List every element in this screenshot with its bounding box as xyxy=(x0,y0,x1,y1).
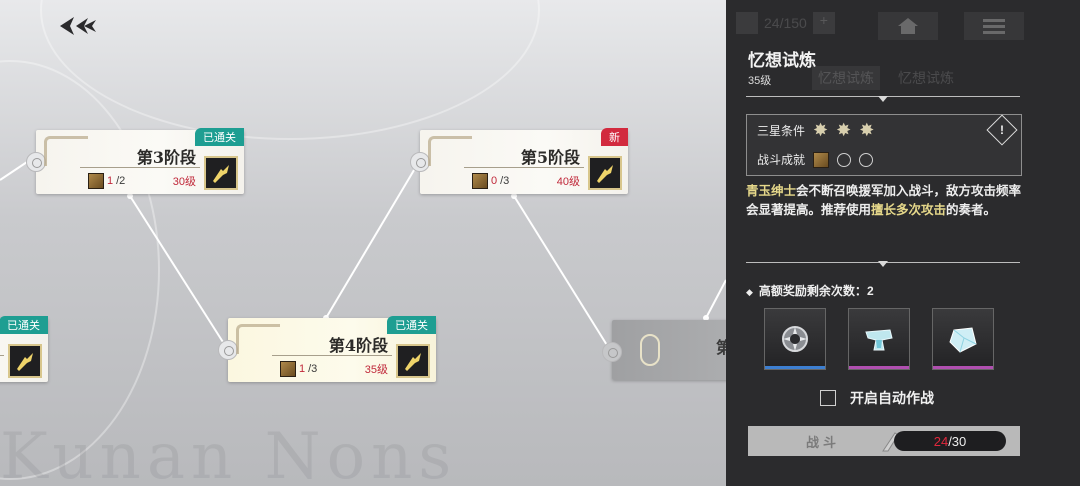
stage-connector-node xyxy=(26,152,46,172)
stage-level: 30级 xyxy=(172,176,196,188)
sword-icon xyxy=(213,165,229,183)
plus-icon[interactable]: + xyxy=(812,12,835,34)
three-star-conditions[interactable]: 三星条件 ✸ ✸ ✸ xyxy=(757,121,874,139)
auto-battle-toggle[interactable]: 开启自动作战 xyxy=(820,388,934,408)
info-warning-icon[interactable]: ! xyxy=(986,114,1018,146)
stage-card-5[interactable]: 第5阶段 0/3 40级 新 xyxy=(410,128,628,194)
star-icon: ✸ xyxy=(859,120,875,140)
silver-mechanism-icon xyxy=(782,326,808,352)
empty-achievement-icon xyxy=(859,152,874,167)
stage-connector-node xyxy=(602,342,622,362)
sword-icon xyxy=(597,165,613,183)
crystal-anvil-icon xyxy=(865,329,893,351)
stage-connector-node xyxy=(410,152,430,172)
section-divider xyxy=(746,96,1020,102)
treasure-chest-icon xyxy=(472,173,488,189)
tab-ghost: 忆想试炼 xyxy=(898,70,954,86)
conditions-box: 三星条件 ✸ ✸ ✸ 战斗成就 ! xyxy=(746,114,1022,176)
stage-action-icon[interactable] xyxy=(204,156,238,190)
stage-title: 第4阶段 xyxy=(328,336,388,355)
chest-progress: 1/2 xyxy=(88,173,125,189)
stage-detail-panel: 24/150 + 忆想试炼 忆想试炼 忆想试炼 35级 三星条件 ✸ ✸ ✸ 战… xyxy=(726,0,1080,486)
stage-path-lines xyxy=(0,159,726,351)
stage-level: 40级 xyxy=(556,176,580,188)
battle-button[interactable]: 战斗 24/30 xyxy=(748,426,1020,456)
reward-item-3[interactable] xyxy=(932,308,994,370)
stage-action-icon[interactable] xyxy=(8,344,42,378)
panel-title: 忆想试炼 xyxy=(748,51,816,71)
menu-button[interactable] xyxy=(964,12,1024,40)
reward-item-2[interactable] xyxy=(848,308,910,370)
stage-card-4[interactable]: 第4阶段 1/3 35级 已通关 xyxy=(218,316,436,382)
battle-label: 战斗 xyxy=(805,434,840,450)
ice-crystal-cube-icon xyxy=(949,327,977,353)
section-divider xyxy=(746,261,1020,267)
stamina-counter-bar: 24/150 + xyxy=(736,12,835,34)
diamond-bullet-icon: ◆ xyxy=(746,287,753,297)
chest-progress: 1/3 xyxy=(280,361,317,377)
stage-connector-node xyxy=(218,340,238,360)
treasure-chest-icon xyxy=(88,173,104,189)
star-icon: ✸ xyxy=(836,120,852,140)
auto-battle-checkbox[interactable] xyxy=(820,390,836,406)
treasure-chest-icon xyxy=(813,151,830,168)
list-menu-icon xyxy=(983,19,1005,34)
new-badge: 新 xyxy=(601,128,628,146)
lock-ornament-icon xyxy=(640,334,660,366)
reward-item-1[interactable] xyxy=(764,308,826,370)
panel-level: 35级 xyxy=(748,75,772,87)
reward-remaining: ◆ 高额奖励剩余次数：2 xyxy=(746,284,874,298)
battle-achievements[interactable]: 战斗成就 xyxy=(757,151,874,168)
cleared-badge: 已通关 xyxy=(195,128,244,146)
stage-title: 第5阶段 xyxy=(520,148,580,167)
stage-level: 35级 xyxy=(364,364,388,376)
stage-card-2[interactable]: 阶段 级 已通关 xyxy=(0,316,48,382)
stage-action-icon[interactable] xyxy=(588,156,622,190)
star-icon: ✸ xyxy=(813,120,829,140)
stamina-cost: 24/30 xyxy=(894,431,1006,451)
tab-ghost: 忆想试炼 xyxy=(812,66,880,90)
chest-progress: 0/3 xyxy=(472,173,509,189)
game-screen: Kunan Nons 阶段 级 已通关 第3阶段 xyxy=(0,0,1080,486)
home-button[interactable] xyxy=(878,12,938,40)
stage-action-icon[interactable] xyxy=(396,344,430,378)
stage-card-3[interactable]: 第3阶段 1/2 30级 已通关 xyxy=(26,128,244,194)
stage-description: 青玉绅士会不断召唤援军加入战斗，敌方攻击频率会显著提高。推荐使用擅长多次攻击的奏… xyxy=(746,184,1022,217)
cleared-badge: 已通关 xyxy=(0,316,48,334)
empty-achievement-icon xyxy=(837,152,852,167)
home-icon xyxy=(898,18,918,34)
treasure-chest-icon xyxy=(280,361,296,377)
cleared-badge: 已通关 xyxy=(387,316,436,334)
stage-title: 第3阶段 xyxy=(136,148,196,167)
sword-icon xyxy=(405,353,421,371)
